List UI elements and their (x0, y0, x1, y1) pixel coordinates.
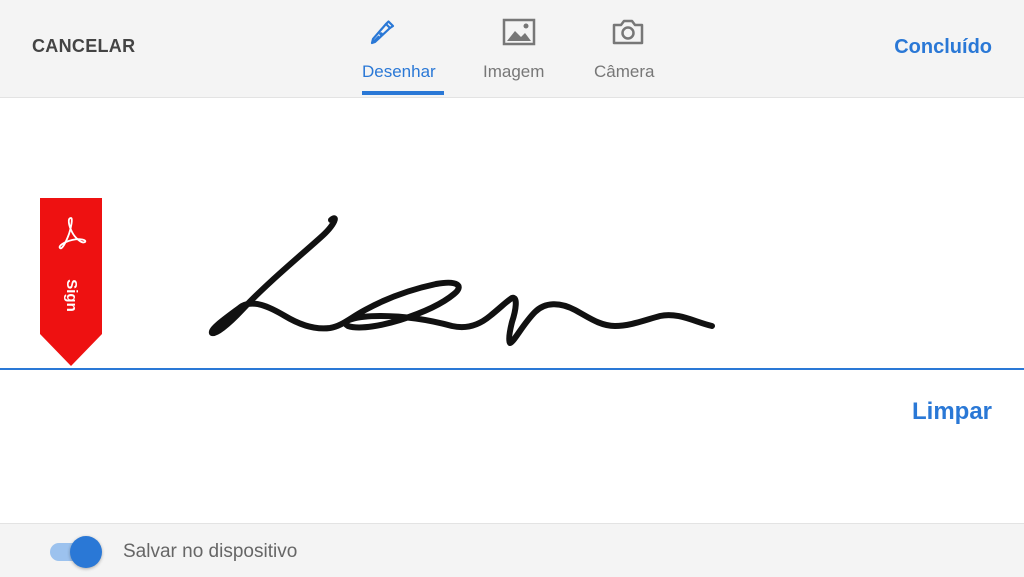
tab-camera-label: Câmera (594, 62, 655, 81)
sign-badge-text: Sign (62, 278, 80, 312)
sign-badge-label: Sign (40, 270, 102, 320)
done-button[interactable]: Concluído (894, 36, 992, 59)
toggle-thumb (70, 536, 102, 568)
bottom-bar: Salvar no dispositivo (0, 523, 1024, 577)
cancel-button[interactable]: CANCELAR (32, 36, 135, 57)
tab-draw[interactable]: Desenhar (362, 0, 444, 97)
top-bar: CANCELAR Desenhar Imagem Câmera Concluíd… (0, 0, 1024, 98)
image-icon (501, 14, 537, 50)
drawn-signature (208, 215, 715, 346)
pen-icon (364, 14, 400, 50)
save-label: Salvar no dispositivo (123, 541, 298, 562)
active-tab-indicator (362, 91, 444, 95)
tab-camera[interactable]: Câmera (594, 0, 662, 97)
save-toggle[interactable] (50, 536, 102, 568)
tab-image[interactable]: Imagem (483, 0, 555, 97)
signature-baseline (0, 368, 1024, 370)
camera-icon (610, 14, 646, 50)
tab-draw-label: Desenhar (362, 62, 436, 81)
clear-button[interactable]: Limpar (912, 398, 992, 426)
tab-image-label: Imagem (483, 62, 545, 81)
